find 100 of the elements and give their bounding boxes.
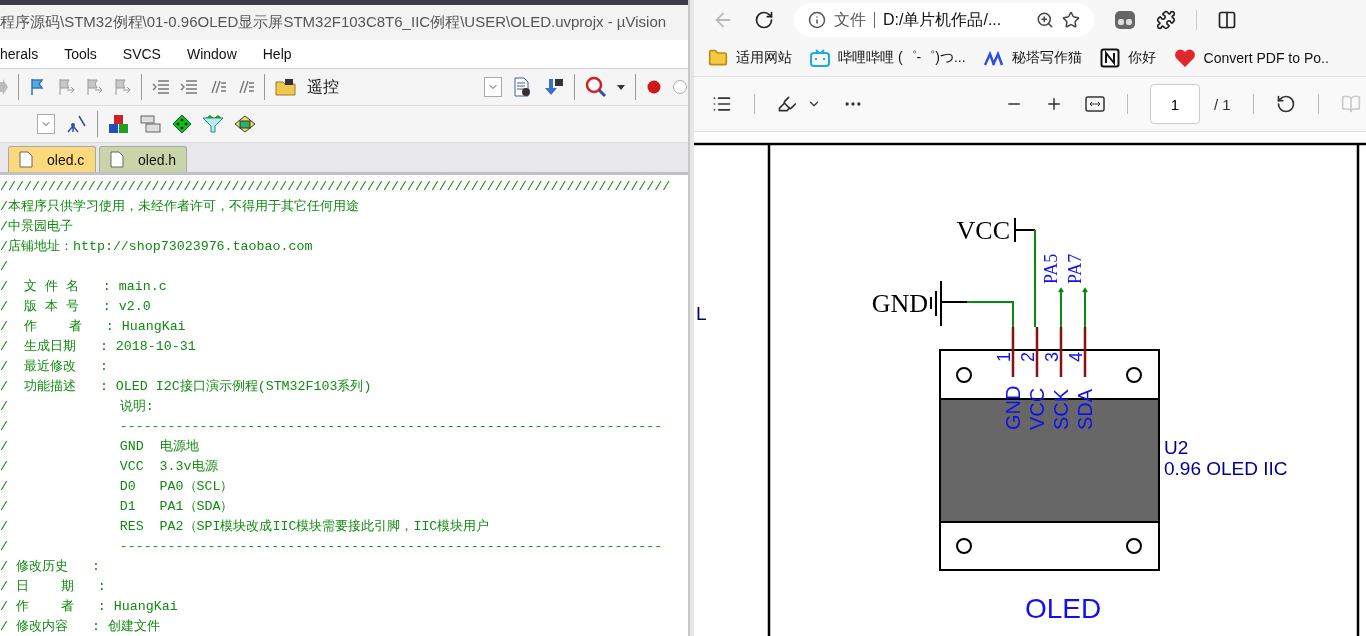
wire	[1058, 287, 1064, 328]
folder-icon[interactable]	[275, 78, 297, 96]
code-line: / 修改内容 : 创建文件	[0, 618, 161, 636]
code-line: / D0 PA0（SCL）	[0, 478, 235, 496]
pin-number: 2	[1018, 352, 1038, 362]
mounting-hole	[1126, 367, 1142, 383]
bookmark-label: 秘塔写作猫	[1011, 49, 1082, 67]
power-label: VCC	[956, 216, 1010, 245]
unindent-icon[interactable]	[180, 79, 198, 95]
extension-icon[interactable]	[1114, 10, 1136, 30]
pin-number: 3	[1042, 352, 1062, 362]
power-symbol	[1014, 217, 1036, 243]
bookmark[interactable]: Convert PDF to Po..	[1173, 48, 1329, 68]
code-line: / 文 件 名 : main.c	[0, 278, 168, 296]
comment-icon[interactable]	[208, 79, 226, 95]
code-line: /本程序只供学习使用，未经作者许可，不得用于其它任何用途	[0, 198, 360, 216]
star-icon[interactable]	[1062, 11, 1080, 29]
menu-item[interactable]: Window	[186, 46, 237, 62]
window-title: 程序源码\STM32例程\01-0.96OLED显示屏STM32F103C8T6_IIC例程\USER\OLED.uvprojx - µVision	[0, 13, 667, 32]
code-line: / D1 PA1（SDA）	[0, 498, 235, 516]
pin-line	[1035, 327, 1039, 377]
code-line: / --------------------------------------------------------------------	[0, 538, 664, 556]
code-line: / 修改历史 :	[0, 558, 101, 576]
record-icon[interactable]	[646, 79, 662, 95]
pin-number: 1	[994, 352, 1014, 362]
url-text: D:/单片机作品/...	[883, 9, 1002, 30]
menu-item[interactable]: Tools	[64, 46, 97, 62]
ground-symbol	[930, 280, 968, 327]
pin-name: GND	[1002, 385, 1024, 430]
document-icon[interactable]	[512, 77, 532, 97]
uncomment-icon[interactable]	[236, 79, 254, 95]
layers-icon[interactable]	[234, 114, 256, 134]
code-line: / 版 本 号 : v2.0	[0, 298, 152, 316]
extensions-icon[interactable]	[1156, 10, 1176, 30]
menu-item[interactable]: Help	[262, 46, 292, 62]
tv-icon	[810, 49, 830, 67]
bookmark[interactable]: 适用网站	[708, 48, 792, 68]
code-line: /中景园电子	[0, 218, 74, 236]
peaks-icon	[983, 50, 1004, 66]
mounting-hole	[956, 538, 972, 554]
file-tab[interactable]: oled.h	[99, 146, 187, 172]
code-line: / VCC 3.3v电源	[0, 458, 219, 476]
wire	[966, 301, 1014, 328]
caret-icon[interactable]	[617, 84, 625, 90]
bookmark[interactable]: 哔哩哔哩 (゜-゜)つ...	[810, 49, 966, 67]
pin-line	[1083, 327, 1087, 377]
wizard-icon[interactable]	[65, 114, 87, 134]
bookmark-label: Convert PDF to Po..	[1203, 50, 1329, 66]
contents-icon[interactable]	[712, 94, 732, 114]
bookmark[interactable]: 你好	[1099, 48, 1156, 68]
code-line: / 生成日期 : 2018-10-31	[0, 338, 197, 356]
heart-icon	[1173, 48, 1196, 68]
part-title: OLED	[1025, 593, 1102, 624]
zoom-icon[interactable]	[1036, 11, 1054, 29]
scheme-label: 文件	[834, 9, 866, 30]
net-label: PA7	[1065, 253, 1085, 284]
notion-icon	[1099, 48, 1120, 68]
funnel-icon[interactable]	[202, 114, 224, 134]
mounting-hole	[1126, 538, 1142, 554]
code-line: / 功能描述 : OLED I2C接口演示例程(STM32F103系列)	[0, 378, 373, 396]
split-screen-icon[interactable]	[1217, 10, 1237, 30]
diamond-icon[interactable]	[172, 114, 192, 134]
net-label: L	[696, 303, 707, 324]
ground-label: GND	[871, 289, 928, 318]
download-icon[interactable]	[542, 77, 564, 97]
page-number-field[interactable]: 1	[1150, 84, 1200, 124]
pin-name: SDA	[1074, 388, 1096, 430]
info-icon[interactable]	[808, 11, 826, 29]
bookmark[interactable]: 秘塔写作猫	[983, 49, 1082, 67]
address-bar[interactable]: 文件 D:/单片机作品/...	[794, 3, 1094, 37]
code-line: / 日 期 :	[0, 578, 107, 596]
rotate-icon[interactable]	[1275, 94, 1296, 114]
menu-item[interactable]: SVCS	[122, 46, 161, 62]
blocks-icon[interactable]	[108, 114, 130, 134]
pin-line	[1011, 327, 1015, 377]
code-line: / 说明:	[0, 398, 155, 416]
zoom-in-icon[interactable]	[1045, 95, 1063, 113]
code-line: /	[0, 258, 9, 276]
reload-icon[interactable]	[754, 10, 774, 30]
pin-number: 4	[1066, 352, 1086, 362]
windows-icon[interactable]	[140, 114, 162, 134]
highlighter-icon[interactable]	[777, 94, 797, 114]
code-line: / --------------------------------------------------------------------	[0, 418, 664, 436]
wire	[1082, 287, 1088, 328]
debug-icon[interactable]	[585, 76, 607, 98]
code-line: / RES PA2（SPI模块改成IIC模块需要接此引脚，IIC模块用户	[0, 518, 491, 536]
find-text[interactable]: 遥控	[307, 76, 339, 98]
pin-name: SCK	[1050, 388, 1072, 430]
code-line: / GND 电源地	[0, 438, 200, 456]
file-tab[interactable]: oled.c	[8, 146, 96, 172]
bookmark-label: 哔哩哔哩 (゜-゜)つ...	[838, 49, 966, 67]
indent-icon[interactable]	[152, 79, 170, 95]
bookmark-label: 你好	[1127, 49, 1156, 67]
designator: U2	[1164, 437, 1189, 458]
code-line: / 最近修改 :	[0, 358, 109, 376]
menu-item[interactable]: herals	[0, 46, 39, 62]
code-line: / 作 者 : HuangKai	[0, 318, 187, 336]
page-count: / 1	[1214, 95, 1231, 113]
fit-width-icon[interactable]	[1085, 96, 1105, 112]
mounting-hole	[956, 367, 972, 383]
